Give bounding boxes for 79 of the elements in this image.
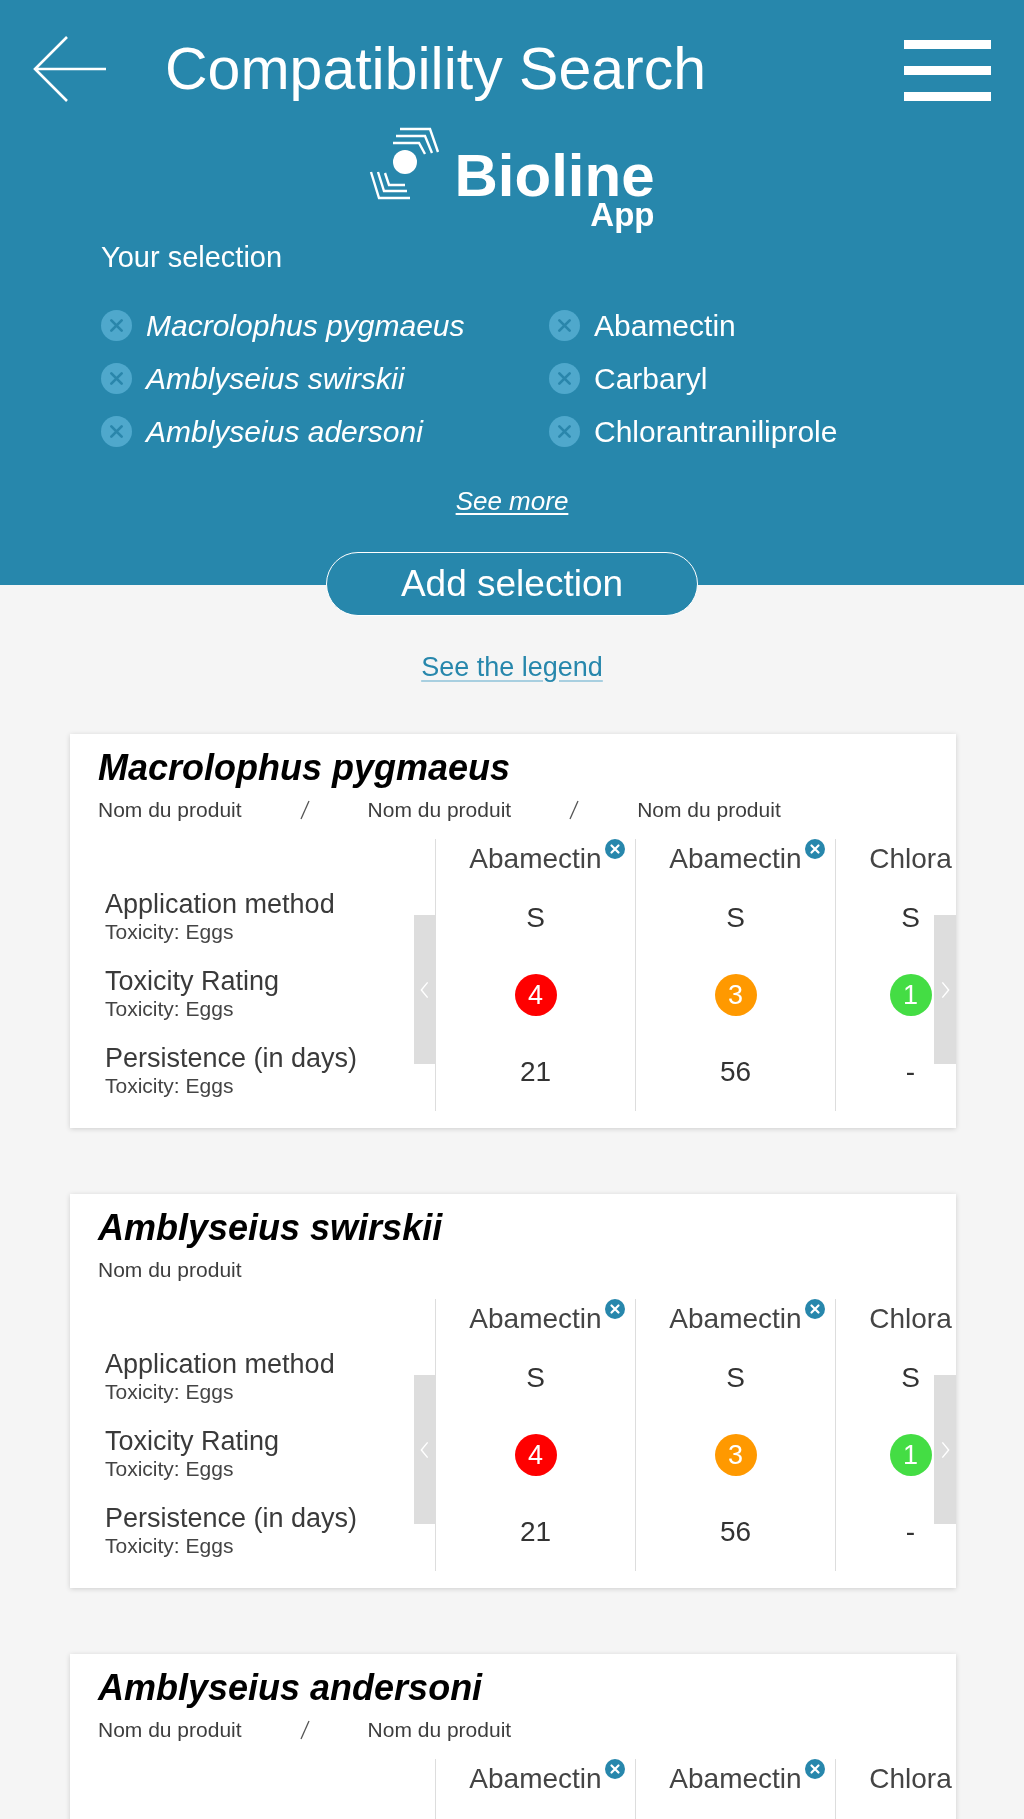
scroll-left-button[interactable] <box>414 915 435 1064</box>
close-icon[interactable] <box>604 1759 625 1779</box>
product-label: Nom du produit <box>367 1718 512 1742</box>
close-icon[interactable] <box>604 1299 625 1319</box>
card-title: Amblyseius swirskii <box>98 1208 443 1248</box>
row-sublabel: Toxicity: Eggs <box>105 920 234 944</box>
card-title: Amblyseius andersoni <box>98 1668 483 1708</box>
chevron-left-icon <box>420 980 429 999</box>
rating-badge: 1 <box>889 973 932 1016</box>
table-cell: S <box>526 1361 545 1394</box>
scroll-right-button[interactable] <box>934 1375 956 1524</box>
slash-separator <box>299 800 310 820</box>
row-label: Application method <box>105 888 335 920</box>
table-cell: 21 <box>519 1515 552 1548</box>
column-header: Abamectin <box>469 1763 602 1795</box>
column-header: Abamectin <box>669 1763 802 1795</box>
product-name: Carbaryl <box>594 360 708 397</box>
row-sublabel: Toxicity: Eggs <box>105 1380 234 1404</box>
column-header: Abamectin <box>469 1303 602 1335</box>
close-icon[interactable] <box>604 839 625 859</box>
column-header: Abamectin <box>669 1303 802 1335</box>
add-selection-button[interactable]: Add selection <box>326 552 698 616</box>
table-cell: S <box>726 1361 745 1394</box>
table-cell: S <box>901 901 920 934</box>
column-header: Chlora <box>869 843 952 875</box>
product-label: Nom du produit <box>98 1258 242 1282</box>
see-more-link[interactable]: See more <box>455 486 569 516</box>
row-sublabel: Toxicity: Eggs <box>105 1457 234 1481</box>
close-icon[interactable] <box>804 1299 825 1319</box>
slash-separator <box>569 800 580 820</box>
table-cell: S <box>726 901 745 934</box>
row-label: Toxicity Rating <box>105 1425 280 1457</box>
menu-icon[interactable] <box>904 40 991 101</box>
table-cell: S <box>526 901 545 934</box>
organism-name: Macrolophus pygmaeus <box>146 307 465 344</box>
close-icon[interactable] <box>804 839 825 859</box>
row-label: Persistence (in days) <box>105 1502 358 1534</box>
selection-heading: Your selection <box>101 240 283 275</box>
legend-link[interactable]: See the legend <box>421 652 603 682</box>
rating-badge: 4 <box>514 973 557 1016</box>
table-cell: 56 <box>719 1515 752 1548</box>
product-label: Nom du produit <box>98 1718 242 1742</box>
logo-subtitle: App <box>590 198 655 231</box>
column-header: Chlora <box>869 1303 952 1335</box>
row-sublabel: Toxicity: Eggs <box>105 1534 234 1558</box>
product-label: Nom du produit <box>98 798 242 822</box>
table-cell: - <box>905 1515 916 1548</box>
chevron-left-icon <box>420 1440 429 1459</box>
row-label: Persistence (in days) <box>105 1042 358 1074</box>
organism-name: Amblyseius swirskii <box>146 360 405 397</box>
product-name: Abamectin <box>594 307 736 344</box>
rating-badge: 4 <box>514 1433 557 1476</box>
rating-badge: 3 <box>714 1433 757 1476</box>
product-name: Chlorantraniliprole <box>594 413 838 450</box>
scroll-left-button[interactable] <box>414 1375 435 1524</box>
rating-badge: 3 <box>714 973 757 1016</box>
chevron-right-icon <box>940 980 950 999</box>
slash-separator <box>299 1720 310 1740</box>
table-cell: - <box>905 1055 916 1088</box>
back-arrow-icon[interactable] <box>33 36 107 102</box>
table-cell: 56 <box>719 1055 752 1088</box>
row-label: Toxicity Rating <box>105 965 280 997</box>
page-title: Compatibility Search <box>165 36 707 102</box>
row-label: Application method <box>105 1348 335 1380</box>
row-sublabel: Toxicity: Eggs <box>105 997 234 1021</box>
table-cell: S <box>901 1361 920 1394</box>
close-icon[interactable] <box>804 1759 825 1779</box>
rating-badge: 1 <box>889 1433 932 1476</box>
card-title: Macrolophus pygmaeus <box>98 748 511 788</box>
organism-name: Amblyseius adersoni <box>146 413 423 450</box>
scroll-right-button[interactable] <box>934 915 956 1064</box>
table-cell: 21 <box>519 1055 552 1088</box>
column-header: Abamectin <box>669 843 802 875</box>
chevron-right-icon <box>940 1440 950 1459</box>
product-label: Nom du produit <box>367 798 512 822</box>
column-header: Chlora <box>869 1763 952 1795</box>
column-header: Abamectin <box>469 843 602 875</box>
row-sublabel: Toxicity: Eggs <box>105 1074 234 1098</box>
product-label: Nom du produit <box>637 798 781 822</box>
